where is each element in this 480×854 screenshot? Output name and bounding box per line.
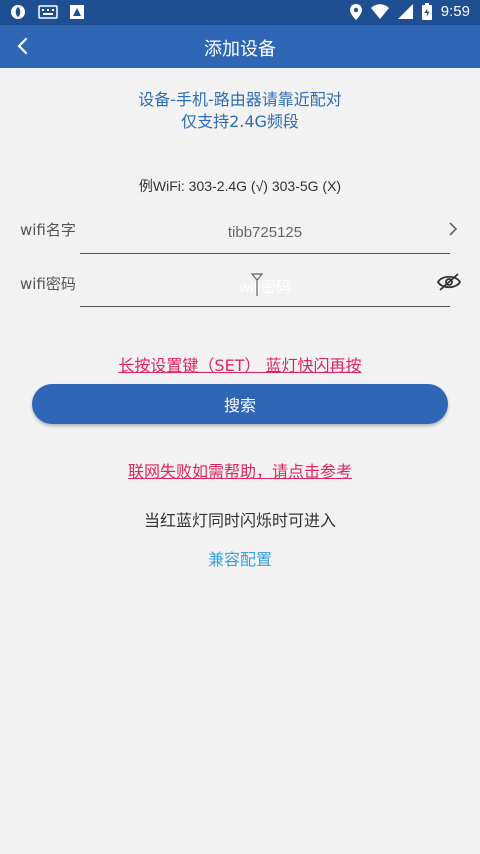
- search-button[interactable]: 搜索: [32, 384, 448, 424]
- band-hint: 仅支持2.4G频段: [181, 112, 299, 131]
- location-icon: [349, 3, 362, 20]
- wifi-password-field[interactable]: wifi密码: [80, 276, 450, 297]
- wifi-name-underline: [80, 253, 450, 254]
- swirl-app-icon: [11, 5, 25, 19]
- page-title: 添加设备: [204, 39, 276, 59]
- wifi-name-field[interactable]: tibb725125: [80, 224, 450, 241]
- wifi-password-label: wifi密码: [20, 275, 76, 293]
- store-icon: [70, 5, 84, 19]
- wifi-icon: [370, 4, 389, 19]
- keyboard-icon: [38, 5, 58, 19]
- red-blue-hint: 当红蓝灯同时闪烁时可进入: [143, 511, 336, 530]
- wifi-example: 例WiFi: 303-2.4G (√) 303-5G (X): [138, 178, 342, 194]
- help-link[interactable]: 联网失败如需帮助，请点击参考: [0, 458, 480, 482]
- toolbar: 添加设备: [0, 25, 480, 68]
- signal-icon: [397, 4, 413, 19]
- wifi-name-label: wifi名字: [20, 221, 76, 239]
- chevron-right-icon[interactable]: [446, 220, 460, 238]
- status-bar: 9:59: [0, 0, 480, 25]
- text-cursor-icon: [250, 273, 264, 296]
- wifi-password-underline: [80, 306, 450, 307]
- clock: 9:59: [440, 3, 470, 20]
- compat-config-link[interactable]: 兼容配置: [0, 546, 480, 570]
- pairing-hint: 设备-手机-路由器请靠近配对: [138, 90, 342, 109]
- eye-hidden-icon[interactable]: [436, 271, 462, 293]
- longpress-set-hint[interactable]: 长按设置键（SET） 蓝灯快闪再按: [0, 352, 480, 376]
- battery-icon: [421, 3, 432, 20]
